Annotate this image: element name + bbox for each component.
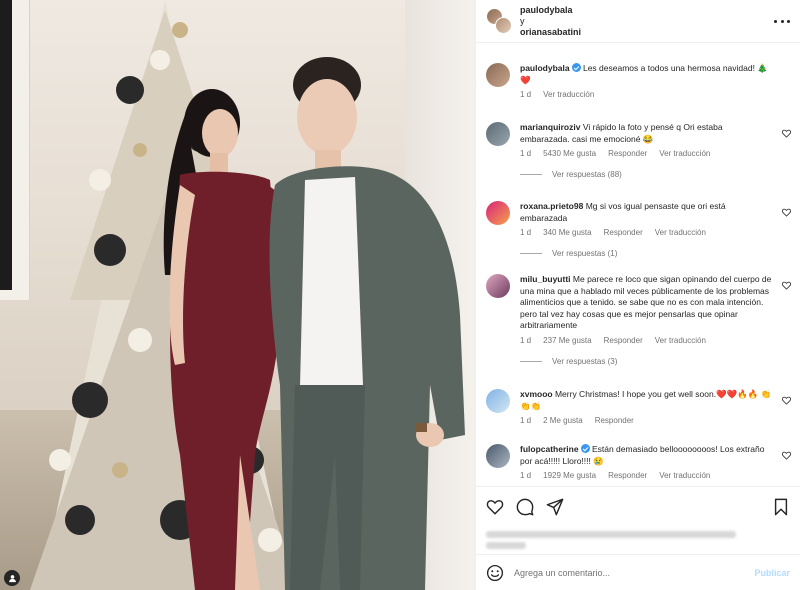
post-side-panel: paulodybala y orianasabatini paulodybala…	[475, 0, 800, 590]
timestamp: 1 d	[520, 149, 532, 158]
timestamp: 1 d	[520, 90, 532, 99]
timestamp: 1 d	[520, 335, 532, 345]
comment-composer: Publicar	[476, 554, 800, 590]
caption-username[interactable]: paulodybala	[520, 63, 570, 73]
comments-list[interactable]: paulodybala Les deseamos a todos una her…	[476, 43, 800, 486]
caption-body-line2: ❤️	[520, 74, 531, 85]
reply-link[interactable]: Responder	[595, 416, 634, 425]
comment: fulopcatherine Están demasiado bellooooo…	[486, 444, 791, 480]
collaborator-username[interactable]: orianasabatini	[520, 27, 581, 38]
comment-text: fulopcatherine Están demasiado bellooooo…	[520, 444, 772, 467]
post-button[interactable]: Publicar	[754, 568, 790, 578]
verified-badge-icon	[571, 63, 581, 72]
blurred-date-line	[486, 542, 526, 549]
post-header: paulodybala y orianasabatini	[476, 0, 800, 43]
heart-icon[interactable]	[486, 498, 504, 516]
comment-text: milu_buyutti Me parece re loco que sigan…	[520, 274, 772, 332]
caption-body: Les deseamos a todos una hermosa navidad…	[582, 63, 768, 73]
reply-link[interactable]: Responder	[604, 228, 643, 237]
comment: roxana.prieto98 Mg si vos igual pensaste…	[486, 201, 791, 258]
share-icon[interactable]	[546, 498, 564, 516]
comment-username[interactable]: xvmooo	[520, 389, 553, 399]
translate-link[interactable]: Ver traducción	[543, 90, 594, 99]
man-figure	[269, 57, 465, 590]
user-tag-icon[interactable]	[4, 570, 20, 586]
avatar[interactable]	[486, 63, 510, 87]
heart-icon[interactable]	[782, 396, 791, 405]
author-username[interactable]: paulodybala	[520, 5, 581, 16]
like-count[interactable]: 1929 Me gusta	[543, 471, 596, 480]
view-replies-label[interactable]: Ver respuestas (88)	[552, 170, 622, 179]
blurred-likes-line	[486, 531, 736, 538]
comment-username[interactable]: fulopcatherine	[520, 444, 579, 454]
avatar[interactable]	[486, 201, 510, 225]
caption: paulodybala Les deseamos a todos una her…	[486, 63, 791, 99]
comment-username[interactable]: marianquiroziv	[520, 122, 580, 132]
collab-usernames: paulodybala y orianasabatini	[520, 5, 581, 38]
emoji-icon[interactable]	[486, 564, 504, 582]
translate-link[interactable]: Ver traducción	[659, 471, 710, 480]
comment-text: roxana.prieto98 Mg si vos igual pensaste…	[520, 201, 772, 224]
likes-summary-blurred	[476, 526, 800, 554]
reply-link[interactable]: Responder	[608, 149, 647, 158]
comment-username[interactable]: roxana.prieto98	[520, 201, 583, 211]
avatar[interactable]	[486, 444, 510, 468]
post-actions	[476, 486, 800, 526]
comment-meta: 1 d 237 Me gusta Responder Ver traducció…	[520, 336, 791, 345]
conjunction-label: y	[520, 15, 525, 26]
comment-input[interactable]	[514, 567, 734, 578]
caption-meta: 1 d Ver traducción	[520, 90, 791, 99]
like-count[interactable]: 2 Me gusta	[543, 416, 583, 425]
reply-link[interactable]: Responder	[604, 336, 643, 345]
comment-body: Merry Christmas! I hope you get well soo…	[520, 389, 772, 411]
timestamp: 1 d	[520, 228, 532, 237]
heart-icon[interactable]	[782, 208, 791, 217]
post-viewer: paulodybala y orianasabatini paulodybala…	[0, 0, 800, 590]
view-replies-label[interactable]: Ver respuestas (1)	[552, 249, 617, 258]
collab-avatars[interactable]	[486, 8, 512, 34]
like-count[interactable]: 237 Me gusta	[543, 336, 591, 345]
comment-meta: 1 d 2 Me gusta Responder	[520, 416, 791, 425]
avatar	[495, 17, 512, 34]
comment-meta: 1 d 1929 Me gusta Responder Ver traducci…	[520, 471, 791, 480]
comment: milu_buyutti Me parece re loco que sigan…	[486, 274, 791, 366]
view-replies[interactable]: Ver respuestas (3)	[520, 357, 791, 366]
reply-link[interactable]: Responder	[608, 471, 647, 480]
comment: marianquiroziv Vi rápido la foto y pensé…	[486, 122, 791, 179]
avatar[interactable]	[486, 274, 510, 298]
comment-text: marianquiroziv Vi rápido la foto y pensé…	[520, 122, 772, 145]
view-replies[interactable]: Ver respuestas (1)	[520, 249, 791, 258]
photo-frame	[0, 0, 12, 290]
heart-icon[interactable]	[782, 129, 791, 138]
comment-meta: 1 d 5430 Me gusta Responder Ver traducci…	[520, 149, 791, 158]
translate-link[interactable]: Ver traducción	[659, 149, 710, 158]
timestamp: 1 d	[520, 416, 532, 425]
comment-icon[interactable]	[516, 498, 534, 516]
comment-meta: 1 d 340 Me gusta Responder Ver traducció…	[520, 228, 791, 237]
avatar[interactable]	[486, 389, 510, 413]
like-count[interactable]: 340 Me gusta	[543, 228, 591, 237]
verified-badge-icon	[580, 444, 590, 453]
view-replies-label[interactable]: Ver respuestas (3)	[552, 357, 617, 366]
post-photo[interactable]	[0, 0, 475, 590]
heart-icon[interactable]	[782, 451, 791, 460]
avatar[interactable]	[486, 122, 510, 146]
more-options-icon[interactable]	[774, 14, 790, 28]
heart-icon[interactable]	[782, 281, 791, 290]
view-replies[interactable]: Ver respuestas (88)	[520, 170, 791, 179]
translate-link[interactable]: Ver traducción	[655, 336, 706, 345]
timestamp: 1 d	[520, 471, 532, 480]
comment-text: xvmooo Merry Christmas! I hope you get w…	[520, 389, 772, 412]
translate-link[interactable]: Ver traducción	[655, 228, 706, 237]
caption-text: paulodybala Les deseamos a todos una her…	[520, 63, 772, 86]
like-count[interactable]: 5430 Me gusta	[543, 149, 596, 158]
comment: xvmooo Merry Christmas! I hope you get w…	[486, 389, 791, 425]
bookmark-icon[interactable]	[772, 498, 790, 516]
comment-username[interactable]: milu_buyutti	[520, 274, 571, 284]
